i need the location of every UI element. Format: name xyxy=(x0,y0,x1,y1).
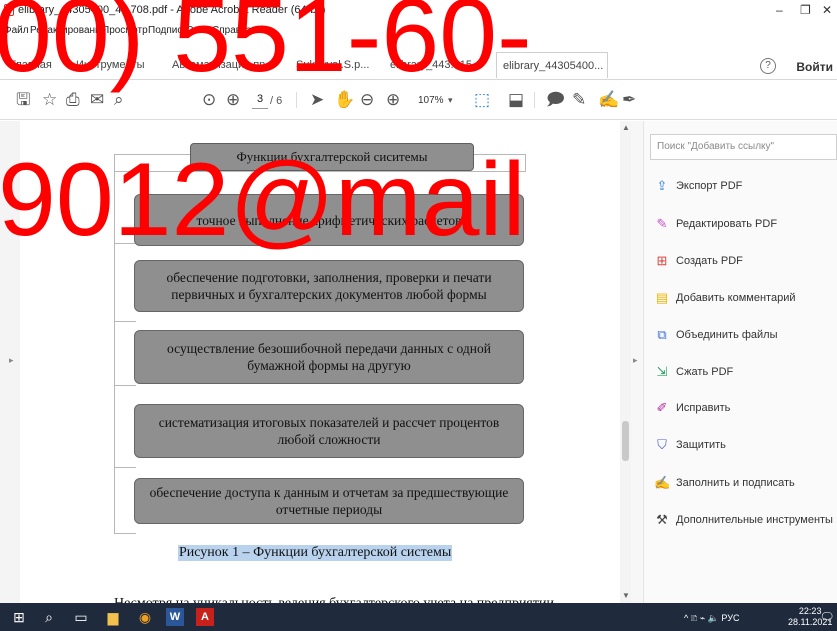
compress-pdf-icon: ⇲ xyxy=(656,364,668,379)
watermark-line-1: 00) 551-60- xyxy=(0,0,532,94)
tool-combine-files[interactable]: ⧉ Объединить файлы xyxy=(654,327,778,349)
tool-fix[interactable]: ✐ Исправить xyxy=(654,400,731,422)
diagram-box-3: осуществление безошибочной передачи данн… xyxy=(134,330,524,384)
tool-more-tools[interactable]: ⚒ Дополнительные инструменты xyxy=(654,512,833,534)
combine-files-icon: ⧉ xyxy=(657,327,667,342)
tool-compress-pdf[interactable]: ⇲ Сжать PDF xyxy=(654,364,734,386)
system-tray[interactable]: ^ 🗈 ⌁ 🔈 РУС xyxy=(684,611,739,627)
scroll-up-icon[interactable]: ▲ xyxy=(622,123,630,132)
tool-label: Редактировать PDF xyxy=(676,218,778,230)
tool-label: Добавить комментарий xyxy=(676,292,796,304)
tool-fill-sign[interactable]: ✍ Заполнить и подписать xyxy=(654,475,795,497)
diagram-box-2: обеспечение подготовки, заполнения, пров… xyxy=(134,260,524,312)
tool-create-pdf[interactable]: ⊞ Создать PDF xyxy=(654,253,743,275)
highlight-pen-icon[interactable]: ✎ xyxy=(572,91,586,109)
watermark-line-2: 9012@mail xyxy=(0,142,526,258)
scroll-down-icon[interactable]: ▼ xyxy=(622,591,630,600)
tool-label: Сжать PDF xyxy=(676,366,734,378)
collapse-right-panel-icon[interactable]: ▸ xyxy=(633,355,638,366)
scrollbar-thumb[interactable] xyxy=(622,421,629,461)
close-window-button[interactable]: ✕ xyxy=(822,3,832,17)
tool-label: Защитить xyxy=(676,439,726,451)
file-explorer-icon[interactable]: ▆ xyxy=(104,608,122,626)
windows-taskbar: ⊞ ⌕ ▭ ▆ ◉ W A ^ 🗈 ⌁ 🔈 РУС 22:23 28.11.20… xyxy=(0,603,837,631)
windows-start-icon[interactable]: ⊞ xyxy=(10,608,28,626)
tools-search-input[interactable]: Поиск "Добавить ссылку" xyxy=(650,134,837,160)
restore-button[interactable]: ❐ xyxy=(800,3,811,17)
vertical-scrollbar[interactable]: ▲ ▼ xyxy=(620,121,631,603)
tool-label: Заполнить и подписать xyxy=(676,477,795,489)
acrobat-taskbar-icon[interactable]: A xyxy=(196,608,214,626)
toolbar-divider xyxy=(534,92,535,108)
draw-icon[interactable]: ✍ xyxy=(598,91,619,109)
diagram-connector xyxy=(114,468,136,534)
tool-label: Объединить файлы xyxy=(676,329,778,341)
tool-label: Исправить xyxy=(676,402,731,414)
sign-icon[interactable]: ✒ xyxy=(622,91,636,109)
diagram-box-4: систематизация итоговых показателей и ра… xyxy=(134,404,524,458)
tool-protect[interactable]: ⛉ Защитить xyxy=(654,437,726,459)
search-icon[interactable]: ⌕ xyxy=(40,608,58,626)
word-icon[interactable]: W xyxy=(166,608,184,626)
right-panel-collapse[interactable]: ▸ xyxy=(631,121,643,603)
figure-caption: Рисунок 1 – Функции бухгалтерской систем… xyxy=(178,545,453,561)
tool-label: Экспорт PDF xyxy=(676,180,743,192)
diagram-connector xyxy=(114,386,136,468)
minimize-button[interactable]: – xyxy=(776,3,783,17)
export-pdf-icon: ⇪ xyxy=(656,178,668,193)
zoom-level[interactable]: 107% xyxy=(418,95,444,106)
task-view-icon[interactable]: ▭ xyxy=(72,608,90,626)
help-icon[interactable]: ? xyxy=(760,58,776,74)
expand-left-panel-icon[interactable]: ▸ xyxy=(9,355,14,366)
comment-tool-icon[interactable]: 🗩 xyxy=(546,91,565,109)
create-pdf-icon: ⊞ xyxy=(656,253,668,268)
tool-export-pdf[interactable]: ⇪ Экспорт PDF xyxy=(654,178,743,200)
diagram-connector xyxy=(114,322,136,386)
shield-icon: ⛉ xyxy=(657,437,667,452)
sign-pen-icon: ✍ xyxy=(654,475,671,490)
toolbar-divider xyxy=(296,92,297,108)
notifications-icon[interactable]: 🗨 xyxy=(818,608,836,626)
tool-label: Создать PDF xyxy=(676,255,743,267)
fill-sign-pen-icon: ✐ xyxy=(656,400,668,415)
comment-icon: ▤ xyxy=(655,290,669,305)
tool-label: Дополнительные инструменты xyxy=(676,514,833,526)
chrome-icon[interactable]: ◉ xyxy=(136,608,154,626)
page-total: / 6 xyxy=(270,95,283,107)
tool-edit-pdf[interactable]: ✎ Редактировать PDF xyxy=(654,216,778,238)
diagram-box-5: обеспечение доступа к данным и отчетам з… xyxy=(134,478,524,524)
page-number-input[interactable]: 3 xyxy=(252,93,268,109)
tool-add-comment[interactable]: ▤ Добавить комментарий xyxy=(654,290,796,312)
more-tools-icon: ⚒ xyxy=(656,512,668,527)
zoom-dropdown-icon[interactable]: ▾ xyxy=(448,95,453,106)
sign-in-button[interactable]: Войти xyxy=(796,60,833,74)
edit-pdf-icon: ✎ xyxy=(656,216,668,231)
